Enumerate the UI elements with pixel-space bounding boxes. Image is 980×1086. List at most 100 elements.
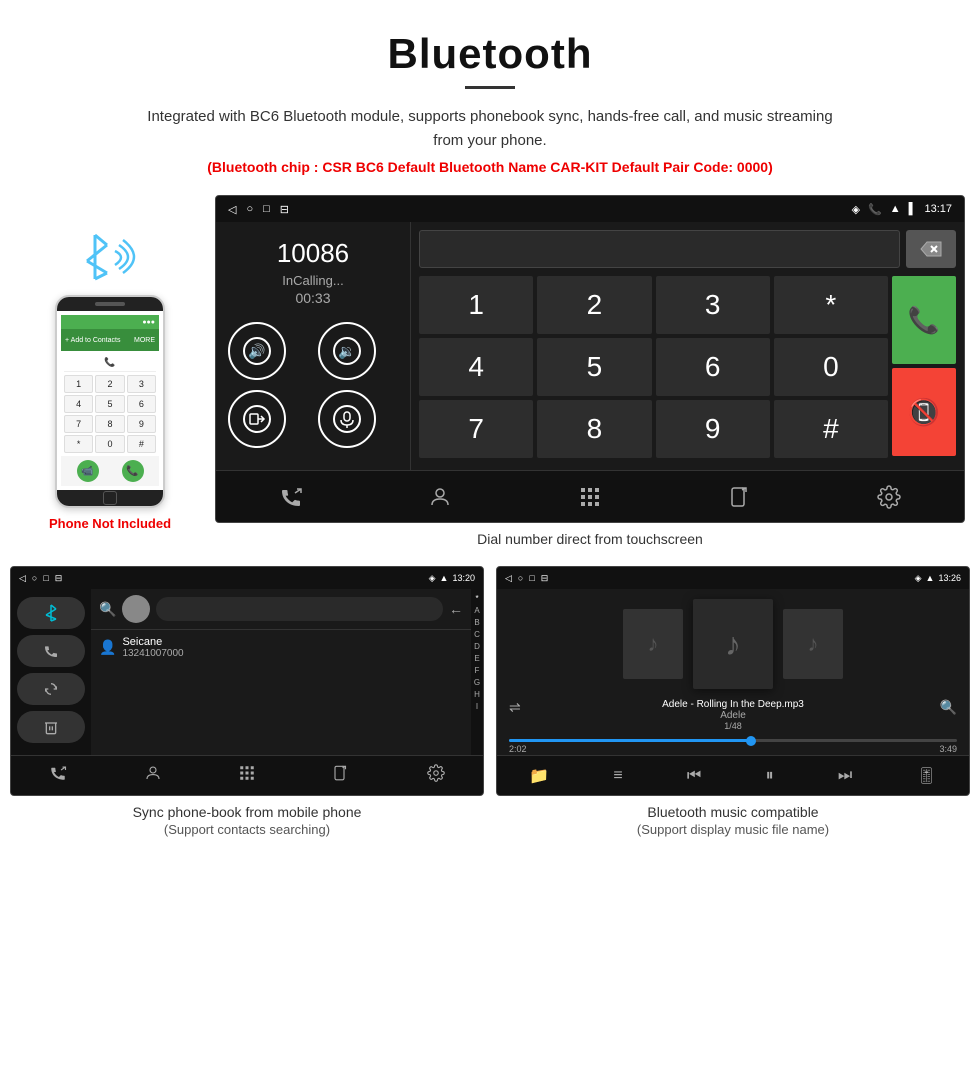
nav-keypad[interactable]	[565, 471, 615, 522]
num-key-9[interactable]: 9	[656, 400, 770, 458]
num-key-4[interactable]: 4	[419, 338, 533, 396]
microphone-button[interactable]	[318, 390, 376, 448]
album-art-main: ♪	[693, 599, 773, 689]
status-left-icons: ◁ ○ □ ⊟	[228, 203, 289, 216]
pb-recents-icon[interactable]: □	[43, 573, 48, 584]
page-description: Integrated with BC6 Bluetooth module, su…	[140, 105, 840, 153]
phone-dialpad: 📞 1 2 3 4 5 6 7 8 9 * 0 #	[61, 351, 159, 456]
pb-call-tab[interactable]	[17, 635, 85, 667]
pb-nav-settings2[interactable]	[427, 764, 445, 787]
progress-bar-track[interactable]	[509, 739, 957, 742]
end-call-button[interactable]: 📵	[892, 368, 956, 456]
alpha-e[interactable]: E	[474, 653, 479, 665]
music-folder-icon[interactable]: 📁	[529, 766, 549, 786]
pb-home-icon[interactable]: ○	[32, 573, 37, 584]
phone-key[interactable]: 2	[95, 375, 124, 393]
status-bar-time: 13:17	[924, 203, 952, 215]
pb-nav-phone-out2[interactable]	[332, 764, 350, 787]
pb-delete-tab[interactable]	[17, 711, 85, 743]
pb-nav-calls[interactable]	[49, 764, 67, 787]
phone-key[interactable]: #	[127, 435, 156, 453]
phone-key[interactable]: 4	[64, 395, 93, 413]
phone-call-button[interactable]: 📹	[77, 460, 99, 482]
back-nav-icon[interactable]: ◁	[228, 203, 236, 216]
phone-key[interactable]: 9	[127, 415, 156, 433]
pb-bluetooth-tab[interactable]	[17, 597, 85, 629]
pb-status-right: ◈ ▲ 13:20	[429, 573, 475, 584]
num-key-3[interactable]: 3	[656, 276, 770, 334]
time-current: 2:02	[509, 744, 527, 754]
bookmark-nav-icon[interactable]: ⊟	[280, 203, 289, 216]
num-key-star[interactable]: *	[774, 276, 888, 334]
location-icon: ◈	[852, 203, 860, 216]
pb-nav-keypad2[interactable]	[238, 764, 256, 787]
num-key-2[interactable]: 2	[537, 276, 651, 334]
num-key-1[interactable]: 1	[419, 276, 533, 334]
phone-key[interactable]: 8	[95, 415, 124, 433]
music-caption: Bluetooth music compatible	[496, 796, 970, 822]
phonebook-caption: Sync phone-book from mobile phone	[10, 796, 484, 822]
nav-phone-out[interactable]	[715, 471, 765, 522]
music-artist: Adele	[720, 710, 746, 721]
music-back-icon[interactable]: ◁	[505, 573, 512, 584]
alpha-star[interactable]: *	[475, 593, 478, 605]
num-key-hash[interactable]: #	[774, 400, 888, 458]
volume-up-button[interactable]: 🔊	[228, 322, 286, 380]
pb-bookmark-icon[interactable]: ⊟	[55, 573, 63, 584]
alpha-b[interactable]: B	[474, 617, 479, 629]
alpha-a[interactable]: A	[474, 605, 479, 617]
music-prev-icon[interactable]: ⏮	[687, 767, 701, 785]
num-key-6[interactable]: 6	[656, 338, 770, 396]
pb-input-dot[interactable]	[122, 595, 150, 623]
num-key-5[interactable]: 5	[537, 338, 651, 396]
recents-nav-icon[interactable]: □	[263, 203, 270, 216]
phone-key[interactable]: 3	[127, 375, 156, 393]
phone-key[interactable]: 0	[95, 435, 124, 453]
dialer-input-field[interactable]	[419, 230, 900, 268]
music-note-next-icon: ♪	[808, 631, 819, 657]
music-search-icon[interactable]: 🔍	[940, 699, 957, 716]
pb-nav-contacts2[interactable]	[144, 764, 162, 787]
progress-bar-fill	[509, 739, 751, 742]
music-play-pause-icon[interactable]: ⏸	[766, 767, 774, 785]
transfer-button[interactable]	[228, 390, 286, 448]
nav-settings[interactable]	[864, 471, 914, 522]
phone-key[interactable]: 1	[64, 375, 93, 393]
phone-home-button[interactable]	[103, 491, 117, 505]
home-nav-icon[interactable]: ○	[246, 203, 253, 216]
music-next-icon[interactable]: ⏭	[838, 767, 852, 785]
nav-contacts[interactable]	[415, 471, 465, 522]
pb-search-input[interactable]	[156, 597, 443, 621]
progress-thumb[interactable]	[746, 736, 756, 746]
num-key-7[interactable]: 7	[419, 400, 533, 458]
music-location-icon: ◈	[915, 573, 922, 584]
phone-key[interactable]: *	[64, 435, 93, 453]
phone-key[interactable]: 5	[95, 395, 124, 413]
pb-contact-name[interactable]: Seicane	[122, 636, 183, 648]
alpha-f[interactable]: F	[475, 665, 480, 677]
pb-sync-tab[interactable]	[17, 673, 85, 705]
music-recents-icon[interactable]: □	[529, 573, 534, 584]
alpha-c[interactable]: C	[474, 629, 480, 641]
alpha-h[interactable]: H	[474, 689, 480, 701]
pb-back-icon[interactable]: ◁	[19, 573, 26, 584]
phone-key[interactable]: 7	[64, 415, 93, 433]
num-key-0[interactable]: 0	[774, 338, 888, 396]
phone-key[interactable]: 6	[127, 395, 156, 413]
nav-call-transfer[interactable]	[266, 471, 316, 522]
pb-back-arrow[interactable]: ←	[449, 601, 463, 617]
alpha-i[interactable]: I	[476, 701, 478, 713]
alpha-d[interactable]: D	[474, 641, 480, 653]
alpha-g[interactable]: G	[474, 677, 480, 689]
music-list-icon[interactable]: ≡	[613, 767, 622, 785]
answer-call-button[interactable]: 📞	[892, 276, 956, 364]
volume-down-button[interactable]: 🔉	[318, 322, 376, 380]
music-home-icon[interactable]: ○	[518, 573, 523, 584]
shuffle-icon[interactable]: ⇌	[509, 699, 521, 716]
backspace-button[interactable]	[906, 230, 956, 268]
music-progress-area: 2:02 3:49	[497, 735, 969, 760]
phone-answer-button[interactable]: 📞	[122, 460, 144, 482]
music-eq-icon[interactable]: 🎚	[917, 766, 937, 786]
music-bookmark-icon[interactable]: ⊟	[541, 573, 549, 584]
num-key-8[interactable]: 8	[537, 400, 651, 458]
